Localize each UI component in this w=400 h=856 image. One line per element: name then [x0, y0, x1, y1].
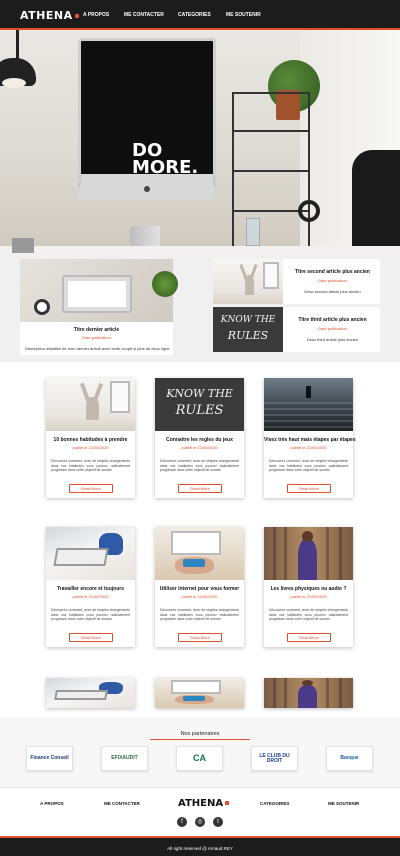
- article-card-partial[interactable]: [264, 678, 353, 708]
- article-date: publié le 21/05/2020: [72, 445, 109, 450]
- plant-icon: [152, 271, 178, 297]
- article-excerpt: Découvrez comment, avec de simples chang…: [269, 608, 348, 622]
- partner-logo-finance-conseil[interactable]: Finance Conseil: [26, 746, 73, 771]
- footer-nav-a-propos[interactable]: A PROPOS: [40, 801, 64, 806]
- copyright-text: All right reserved @ Arnaud REY: [167, 846, 233, 851]
- article-excerpt: Découvrez comment, avec de simples chang…: [51, 459, 130, 473]
- article-image: [46, 527, 135, 580]
- lamp-glow: [2, 78, 26, 88]
- featured-latest-desc: Description détaillée de mon dernier art…: [25, 346, 170, 351]
- article-image: [155, 527, 244, 580]
- article-excerpt: Découvrez comment, avec de simples chang…: [51, 608, 130, 622]
- read-more-button[interactable]: Read More: [69, 484, 113, 493]
- featured-second-image: [213, 259, 283, 304]
- monitor-slogan: DO MORE.: [132, 140, 199, 178]
- nav-me-soutenir[interactable]: ME SOUTENIR: [226, 12, 261, 18]
- article-date: publié le 21/05/2020: [181, 445, 218, 450]
- pen-jar: [12, 238, 34, 253]
- water-glass: [246, 218, 260, 246]
- facebook-icon[interactable]: f: [177, 817, 187, 827]
- headphones-icon: [298, 200, 320, 222]
- footer-nav-me-soutenir[interactable]: ME SOUTENIR: [328, 801, 359, 806]
- article-image: [264, 678, 353, 708]
- partner-logo-efixaudit[interactable]: EFIXAUDIT: [101, 746, 148, 771]
- featured-third-title: Titre third article plus ancien: [298, 317, 367, 323]
- article-title: Connaitre les regles du jeux: [166, 437, 233, 443]
- article-card[interactable]: Visez très haut mais étapes par étapes p…: [264, 378, 356, 498]
- article-excerpt: Découvrez comment, avec de simples chang…: [160, 459, 239, 473]
- site-logo[interactable]: ATHENA: [20, 9, 79, 22]
- article-image: [155, 678, 244, 708]
- read-more-button[interactable]: Read More: [178, 484, 222, 493]
- copyright-bar: All right reserved @ Arnaud REY: [0, 836, 400, 856]
- office-chair: [352, 150, 400, 253]
- footer-nav-me-contacter[interactable]: ME CONTACTER: [104, 801, 140, 806]
- nav-a-propos[interactable]: A PROPOS: [83, 12, 109, 18]
- article-image: [46, 678, 135, 708]
- featured-third-date: Date publication: [318, 326, 347, 331]
- coffee-cup-icon: [34, 299, 50, 315]
- lamp-arm: [16, 30, 19, 60]
- top-header: ATHENA A PROPOS ME CONTACTER CATEGORIES …: [0, 0, 400, 30]
- article-card[interactable]: Les livres physiques ou audio ? publié l…: [264, 527, 353, 647]
- articles-section: 10 bonnes habitudes à prendre publié le …: [0, 362, 400, 717]
- read-more-button[interactable]: Read More: [69, 633, 113, 642]
- article-card[interactable]: Utiliser internet pour vous former publi…: [155, 527, 244, 647]
- article-title: Les livres physiques ou audio ?: [270, 586, 347, 592]
- partner-logo-banque[interactable]: Banque: [326, 746, 373, 771]
- article-title: Visez très haut mais étapes par étapes: [264, 437, 356, 443]
- article-image: KNOW THE RULES: [155, 378, 244, 431]
- footer-nav-categories[interactable]: CATEGORIES: [260, 801, 289, 806]
- instagram-icon[interactable]: ◎: [195, 817, 205, 827]
- article-title: Utiliser internet pour vous former: [159, 586, 240, 592]
- featured-latest-title: Titre dernier article: [73, 327, 120, 333]
- featured-third-image: KNOW THE RULES: [213, 307, 283, 352]
- article-image: [46, 378, 135, 431]
- read-more-button[interactable]: Read More: [178, 633, 222, 642]
- article-card[interactable]: 10 bonnes habitudes à prendre publié le …: [46, 378, 135, 498]
- partners-section: Nos partenaires Finance Conseil EFIXAUDI…: [0, 717, 400, 787]
- laptop-illustration: [62, 275, 132, 313]
- site-footer: A PROPOS ME CONTACTER ATHENA CATEGORIES …: [0, 787, 400, 856]
- shelf: [232, 92, 310, 252]
- featured-third-article[interactable]: KNOW THE RULES Titre third article plus …: [213, 307, 380, 352]
- article-date: publié le 21/05/2020: [72, 594, 109, 599]
- featured-latest-article[interactable]: Titre dernier article Date publication D…: [20, 259, 178, 355]
- article-date: publié le 21/05/2020: [290, 445, 327, 450]
- featured-second-desc: Desc second article plus ancien: [304, 289, 361, 294]
- article-excerpt: Découvrez comment, avec de simples chang…: [160, 608, 239, 622]
- article-date: publié le 21/05/2020: [181, 594, 218, 599]
- featured-latest-image: [20, 259, 178, 322]
- nav-me-contacter[interactable]: ME CONTACTER: [124, 12, 164, 18]
- apple-logo-icon: [144, 186, 150, 192]
- featured-second-date: Date publication: [318, 278, 347, 283]
- desk-surface: [0, 246, 400, 253]
- featured-second-article[interactable]: Titre second article plus ancien Date pu…: [213, 259, 380, 304]
- article-image: [264, 527, 353, 580]
- read-more-button[interactable]: Read More: [287, 633, 331, 642]
- article-card-partial[interactable]: [46, 678, 135, 708]
- twitter-icon[interactable]: t: [213, 817, 223, 827]
- article-card-partial[interactable]: [155, 678, 244, 708]
- article-card[interactable]: KNOW THE RULES Connaitre les regles du j…: [155, 378, 244, 498]
- article-title: Travailler encore et toujours: [57, 586, 124, 592]
- nav-categories[interactable]: CATEGORIES: [178, 12, 211, 18]
- hero-image: DO MORE.: [0, 30, 400, 253]
- article-card[interactable]: Travailler encore et toujours publié le …: [46, 527, 135, 647]
- partner-logo-credit-agricole[interactable]: CA: [176, 746, 223, 771]
- article-title: 10 bonnes habitudes à prendre: [53, 437, 128, 443]
- featured-latest-date: Date publication: [82, 335, 111, 340]
- read-more-button[interactable]: Read More: [287, 484, 331, 493]
- article-date: publié le 21/05/2020: [290, 594, 327, 599]
- featured-second-title: Titre second article plus ancien: [295, 269, 370, 275]
- footer-logo[interactable]: ATHENA: [178, 798, 230, 809]
- article-excerpt: Découvrez comment, avec de simples chang…: [269, 459, 348, 473]
- partners-divider: [150, 739, 250, 740]
- featured-third-desc: Desc third article plus ancien: [306, 337, 359, 342]
- partners-title: Nos partenaires: [180, 731, 220, 737]
- article-image: [264, 378, 353, 431]
- partner-logo-club-du-droit[interactable]: LE CLUB DU DROIT: [251, 746, 298, 771]
